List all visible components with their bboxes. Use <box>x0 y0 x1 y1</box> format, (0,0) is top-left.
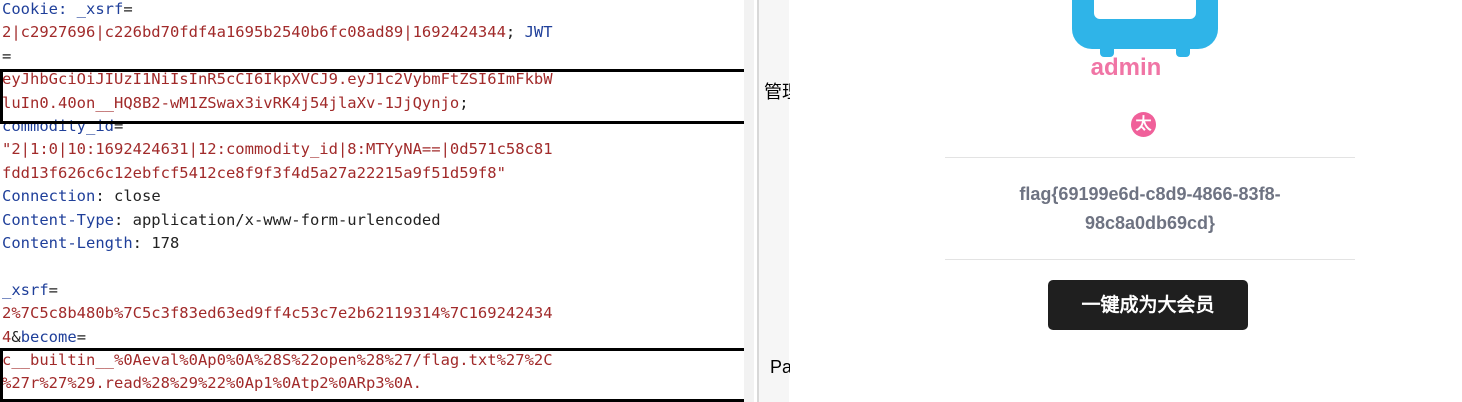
request-key: _xsrf <box>2 280 49 299</box>
request-text: = <box>76 327 87 346</box>
payload-highlight-box <box>0 348 744 402</box>
request-text: ; <box>505 23 525 42</box>
panel-gutter <box>759 0 789 402</box>
request-line: Content-Length: 178 <box>2 232 179 255</box>
request-line: Cookie: _xsrf= <box>2 0 133 21</box>
request-line: "2|1:0|10:1692424631|12:commodity_id|8:M… <box>2 138 553 161</box>
request-line: Connection: close <box>2 185 161 208</box>
request-line: 4&become= <box>2 326 86 349</box>
become-vip-button[interactable]: 一键成为大会员 <box>1048 280 1248 330</box>
avatar-screen: ω <box>1094 0 1196 19</box>
request-key: Cookie: <box>2 0 77 18</box>
request-line: _xsrf= <box>2 279 58 302</box>
request-text: = <box>48 280 59 299</box>
request-value: 4 <box>2 327 12 346</box>
request-line: = <box>2 45 11 68</box>
gender-badge: 太 <box>1131 112 1156 137</box>
request-key: JWT <box>524 23 553 42</box>
request-text: : close <box>95 187 161 206</box>
request-line: Content-Type: application/x-www-form-url… <box>2 209 441 232</box>
avatar: ω <box>1072 0 1218 57</box>
request-editor[interactable]: Cookie: _xsrf= 2|c2927696|c226bd70fdf4a16… <box>0 0 744 402</box>
request-text: : 178 <box>132 234 180 252</box>
request-key: Content-Type <box>2 210 114 229</box>
jwt-highlight-box <box>0 69 744 124</box>
request-line: fdd13f626c6c12ebfcf5412ce8f9f3f4d5a27a22… <box>2 162 506 185</box>
scrollbar-track[interactable] <box>744 0 754 402</box>
request-value: 2|c2927696|c226bd70fdf4a1695b2540b6fc08a… <box>2 23 506 42</box>
request-value: "2|1:0|10:1692424631|12:commodity_id|8:M… <box>2 140 553 159</box>
request-line: 2%7C5c8b480b%7C5c3f83ed63ed9ff4c53c7e2b6… <box>2 302 553 325</box>
request-text: = <box>123 0 133 18</box>
request-line: 2|c2927696|c226bd70fdf4a1695b2540b6fc08a… <box>2 21 553 44</box>
request-text: & <box>11 327 21 346</box>
request-key: Connection <box>2 187 96 206</box>
divider-bottom <box>945 259 1355 260</box>
request-value: fdd13f626c6c12ebfcf5412ce8f9f3f4d5a27a22… <box>2 163 506 182</box>
username: admin <box>1090 54 1162 81</box>
request-value: 2%7C5c8b480b%7C5c3f83ed63ed9ff4c53c7e2b6… <box>2 304 553 323</box>
request-text: = <box>2 46 12 65</box>
request-key: _xsrf <box>76 0 124 18</box>
divider-top <box>945 157 1355 158</box>
flag-text: flag{69199e6d-c8d9-4866-83f8-98c8a0db69c… <box>1019 184 1281 233</box>
request-key: become <box>20 327 77 346</box>
request-text: : application/x-www-form-urlencoded <box>113 210 441 229</box>
request-key: Content-Length <box>2 234 133 252</box>
profile-card: ω admin 太 flag{69199e6d-c8d9-4866-83f8-9… <box>790 0 1462 402</box>
